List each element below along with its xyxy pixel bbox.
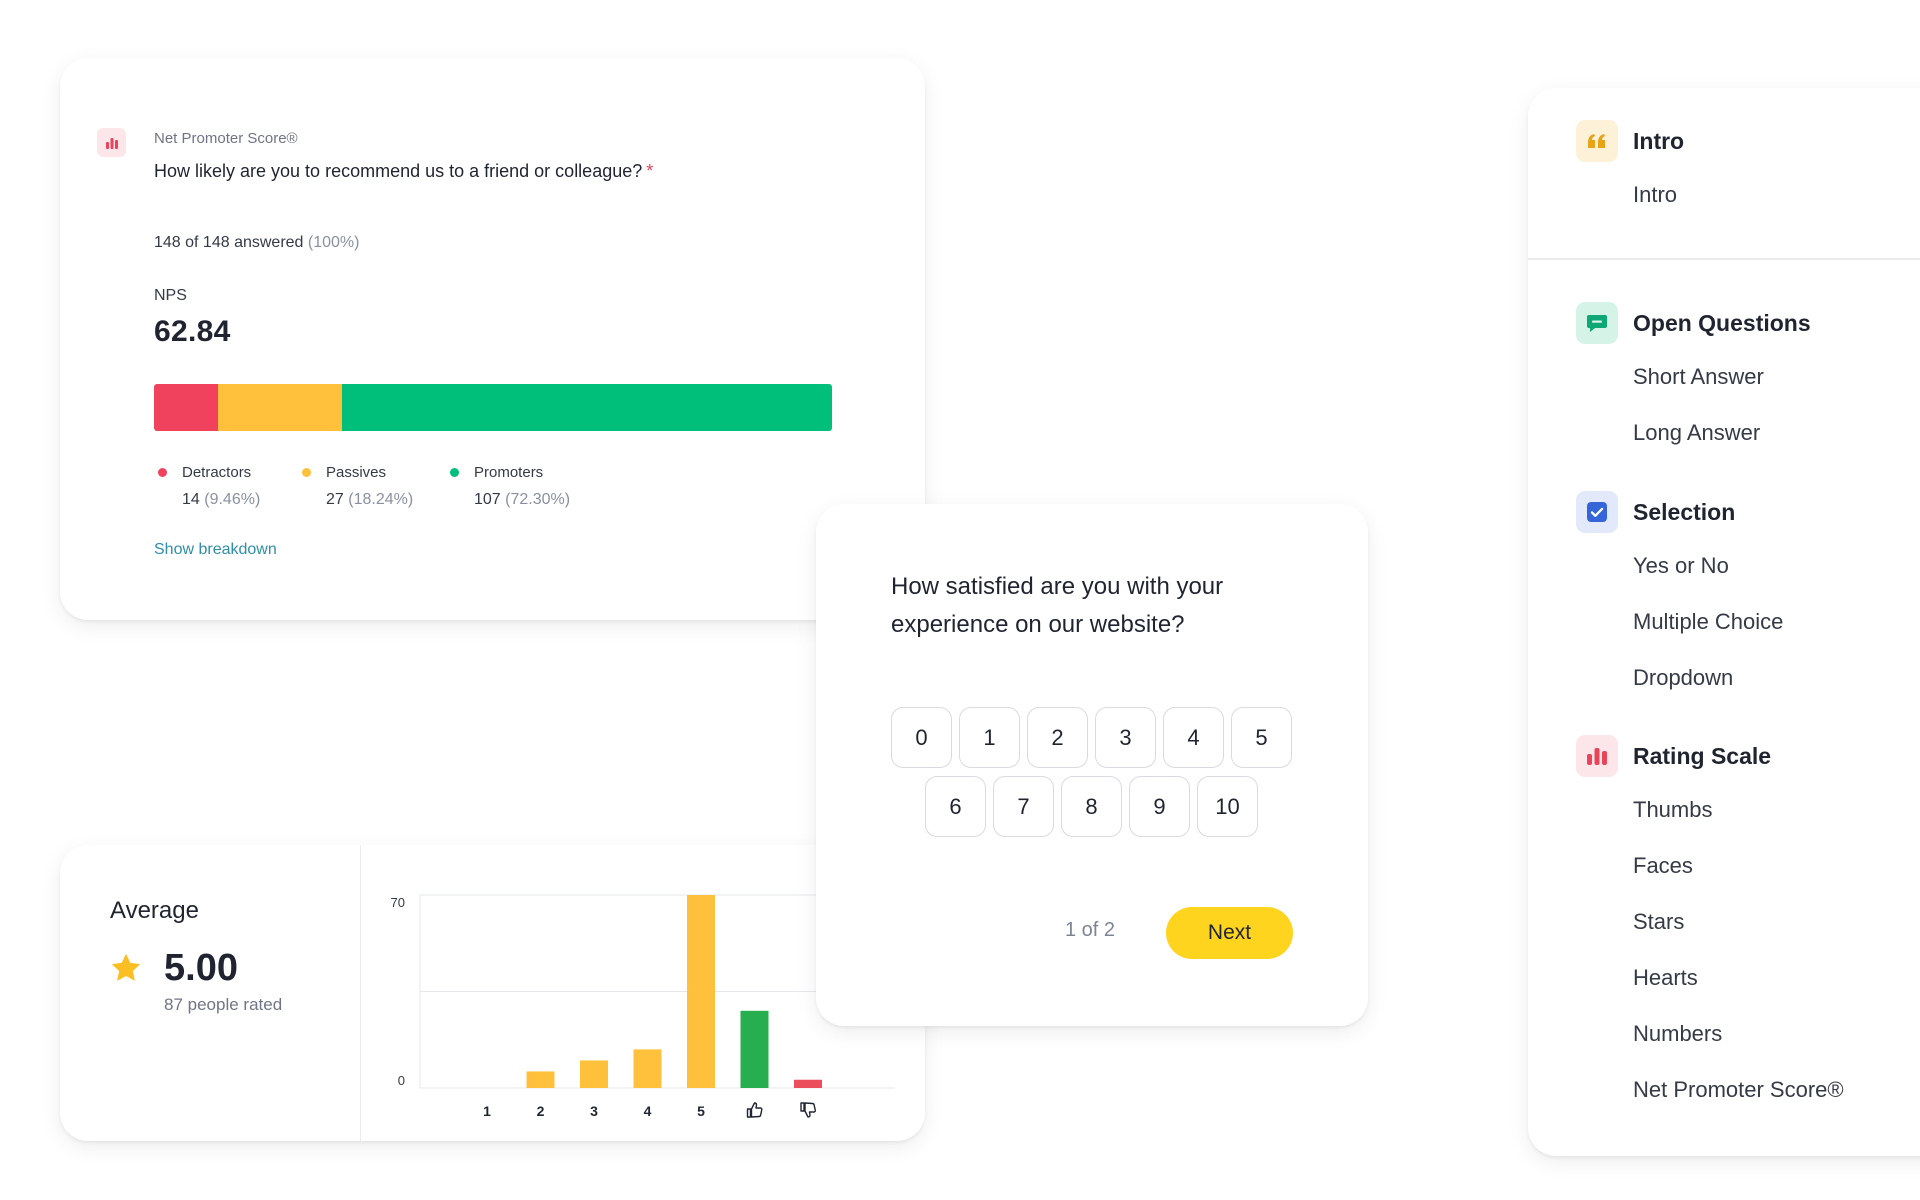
show-breakdown-link[interactable]: Show breakdown [154,541,277,559]
rating-option-10[interactable]: 10 [1197,776,1258,837]
nps-distribution-bar [154,384,832,431]
bar-5 [687,895,715,1088]
promoters-dot [450,468,459,477]
type-yes-or-no[interactable]: Yes or No [1633,553,1729,579]
bar-3 [580,1060,608,1088]
bar-thumbs-down [794,1079,822,1088]
rating-option-0[interactable]: 0 [891,707,952,768]
question-types-panel: Intro Intro Open Questions Short Answer … [1528,88,1920,1156]
legend-detractors: Detractors 14 (9.46%) [154,464,260,509]
type-intro[interactable]: Intro [1633,182,1677,208]
average-title: Average [110,897,199,924]
rating-option-3[interactable]: 3 [1095,707,1156,768]
rating-question-card: How satisfied are you with your experien… [816,504,1368,1026]
type-multiple-choice[interactable]: Multiple Choice [1633,609,1783,635]
thumbs-down-icon [800,1102,817,1118]
nps-label: NPS [154,287,187,304]
question-text: How satisfied are you with your experien… [891,573,1224,638]
chat-bubble-icon [1576,302,1618,344]
type-long-answer[interactable]: Long Answer [1633,420,1760,446]
group-title: Open Questions [1633,309,1811,336]
star-icon [111,953,141,981]
group-intro: Intro [1576,120,1684,162]
rating-option-6[interactable]: 6 [925,776,986,837]
x-tick-label: 3 [590,1103,598,1119]
nps-results-card: Net Promoter Score® How likely are you t… [60,58,925,620]
x-tick-label: 4 [644,1103,652,1119]
page-indicator: 1 of 2 [1065,919,1116,941]
required-mark: * [646,161,654,181]
passives-dot [302,468,311,477]
rating-option-8[interactable]: 8 [1061,776,1122,837]
rating-option-2[interactable]: 2 [1027,707,1088,768]
type-short-answer[interactable]: Short Answer [1633,364,1764,390]
type-net-promoter-score[interactable]: Net Promoter Score® [1633,1077,1844,1103]
type-thumbs[interactable]: Thumbs [1633,797,1712,823]
group-title: Selection [1633,498,1736,525]
x-tick-label: 1 [483,1103,491,1119]
passives-segment [218,384,342,431]
answered-count: 148 of 148 answered (100%) [154,234,360,251]
detractors-dot [158,468,167,477]
promoters-segment [341,384,832,431]
group-title: Rating Scale [1633,742,1772,769]
bar-2 [526,1071,555,1088]
type-faces[interactable]: Faces [1633,853,1693,879]
divider [1528,258,1920,260]
group-open-questions: Open Questions [1576,302,1811,344]
y-tick-label: 70 [391,895,405,910]
nps-score: 62.84 [154,315,231,348]
rating-option-4[interactable]: 4 [1163,707,1224,768]
rating-option-5[interactable]: 5 [1231,707,1292,768]
group-selection: Selection [1576,491,1735,533]
type-hearts[interactable]: Hearts [1633,965,1698,991]
type-numbers[interactable]: Numbers [1633,1021,1722,1047]
legend-passives: Passives 27 (18.24%) [298,464,413,509]
average-rating-card: Average 5.00 87 people rated 0 70 1 2 3 4 5 [60,845,925,1141]
quote-icon [1576,120,1618,162]
type-stars[interactable]: Stars [1633,909,1684,935]
question-text: How likely are you to recommend us to a … [154,161,654,181]
bar-chart-icon [1576,735,1618,777]
bar-thumbs-up [740,1010,769,1088]
type-dropdown[interactable]: Dropdown [1633,665,1733,691]
next-button[interactable]: Next [1166,907,1293,959]
bar-4 [633,1049,662,1088]
question-type-label: Net Promoter Score® [154,130,298,147]
rating-option-9[interactable]: 9 [1129,776,1190,837]
bar-chart-icon [97,128,126,157]
rating-option-7[interactable]: 7 [993,776,1054,837]
rating-option-1[interactable]: 1 [959,707,1020,768]
group-rating-scale: Rating Scale [1576,735,1771,777]
x-tick-label: 5 [697,1103,705,1119]
detractors-segment [154,384,219,431]
y-tick-label: 0 [398,1073,405,1088]
x-tick-label: 2 [537,1103,545,1119]
legend-promoters: Promoters 107 (72.30%) [446,464,570,509]
average-value: 5.00 [164,947,238,989]
thumbs-up-icon [746,1102,763,1118]
checkbox-icon [1576,491,1618,533]
group-title: Intro [1633,127,1685,154]
rated-count: 87 people rated [164,995,283,1014]
